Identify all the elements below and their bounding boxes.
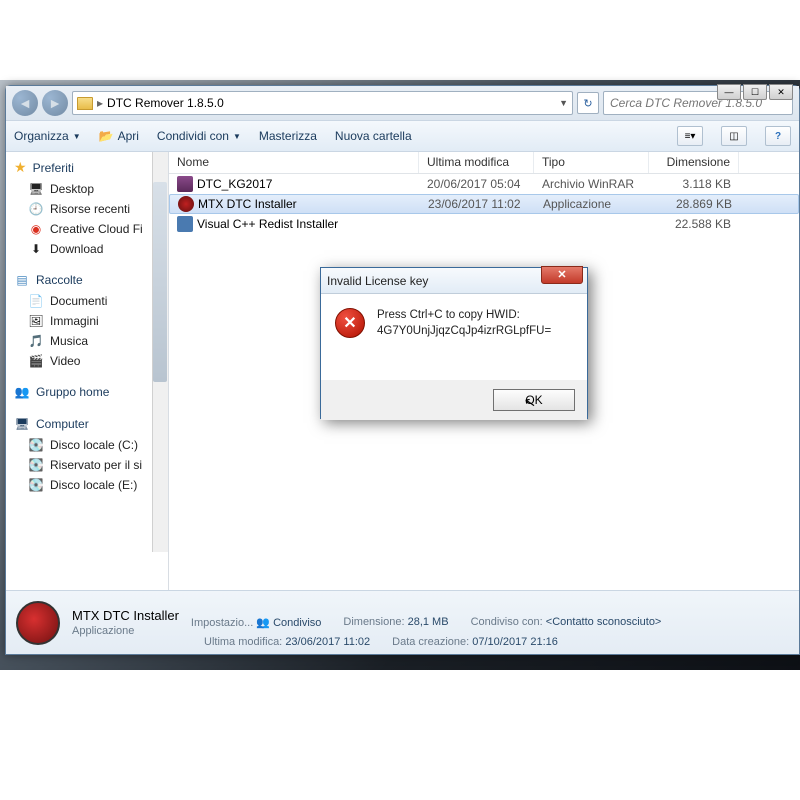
star-icon: ★: [14, 159, 27, 176]
col-name[interactable]: Nome: [169, 152, 419, 173]
sidebar: ★Preferiti 🖥Desktop 🕘Risorse recenti ◉Cr…: [6, 152, 169, 590]
close-button[interactable]: ✕: [769, 84, 793, 100]
preview-pane-button[interactable]: ◫: [721, 126, 747, 146]
libraries-header[interactable]: ▤Raccolte: [6, 269, 168, 291]
breadcrumb-text: DTC Remover 1.8.5.0: [107, 96, 224, 110]
computer-header[interactable]: 🖥Computer: [6, 413, 168, 435]
chevron-right-icon: ▸: [97, 96, 103, 110]
col-type[interactable]: Tipo: [534, 152, 649, 173]
download-icon: ⬇: [28, 241, 44, 257]
music-icon: 🎵: [28, 333, 44, 349]
column-headers[interactable]: Nome Ultima modifica Tipo Dimensione: [169, 152, 799, 174]
libraries-icon: ▤: [14, 272, 30, 288]
sidebar-item-drive-c[interactable]: 💽Disco locale (C:): [6, 435, 168, 455]
error-dialog: Invalid License key ✕ ✕ Press Ctrl+C to …: [320, 267, 588, 419]
back-button[interactable]: ◄: [12, 90, 38, 116]
computer-icon: 🖥: [14, 416, 30, 432]
creative-cloud-icon: ◉: [28, 221, 44, 237]
file-row[interactable]: Visual C++ Redist Installer 22.588 KB: [169, 214, 799, 234]
breadcrumb[interactable]: ▸ DTC Remover 1.8.5.0 ▼: [72, 91, 573, 115]
error-icon: ✕: [335, 308, 365, 338]
toolbar: Organizza▼ 📂 Apri Condividi con▼ Masteri…: [6, 120, 799, 152]
burn-button[interactable]: Masterizza: [259, 129, 317, 143]
sidebar-item-documents[interactable]: 📄Documenti: [6, 291, 168, 311]
video-icon: 🎬: [28, 353, 44, 369]
homegroup-header[interactable]: 👥Gruppo home: [6, 381, 168, 403]
desktop-icon: 🖥: [28, 181, 44, 197]
col-size[interactable]: Dimensione: [649, 152, 739, 173]
minimize-button[interactable]: —: [717, 84, 741, 100]
sidebar-item-download[interactable]: ⬇Download: [6, 239, 168, 259]
share-menu[interactable]: Condividi con▼: [157, 129, 241, 143]
file-row-selected[interactable]: MTX DTC Installer 23/06/2017 11:02 Appli…: [169, 194, 799, 214]
sidebar-item-drive-e[interactable]: 💽Disco locale (E:): [6, 475, 168, 495]
view-options-button[interactable]: ≡▾: [677, 126, 703, 146]
sidebar-item-desktop[interactable]: 🖥Desktop: [6, 179, 168, 199]
sidebar-item-drive-reserved[interactable]: 💽Riservato per il si: [6, 455, 168, 475]
address-bar: ◄ ► ▸ DTC Remover 1.8.5.0 ▼ ↻: [6, 86, 799, 120]
organize-menu[interactable]: Organizza▼: [14, 129, 81, 143]
help-button[interactable]: ?: [765, 126, 791, 146]
new-folder-button[interactable]: Nuova cartella: [335, 129, 412, 143]
drive-icon: 💽: [28, 457, 44, 473]
application-icon: [178, 196, 194, 212]
forward-button[interactable]: ►: [42, 90, 68, 116]
images-icon: 🖼: [28, 313, 44, 329]
open-button[interactable]: 📂 Apri: [99, 129, 139, 143]
col-modified[interactable]: Ultima modifica: [419, 152, 534, 173]
sidebar-item-creative-cloud[interactable]: ◉Creative Cloud Fi: [6, 219, 168, 239]
sidebar-item-video[interactable]: 🎬Video: [6, 351, 168, 371]
documents-icon: 📄: [28, 293, 44, 309]
dropdown-icon[interactable]: ▼: [559, 98, 568, 108]
maximize-button[interactable]: ☐: [743, 84, 767, 100]
application-icon: [177, 216, 193, 232]
homegroup-icon: 👥: [14, 384, 30, 400]
drive-icon: 💽: [28, 437, 44, 453]
details-subtitle: Applicazione: [72, 625, 179, 637]
dialog-message: Press Ctrl+C to copy HWID: 4G7Y0UnjJjqzC…: [377, 308, 551, 339]
sidebar-item-recent[interactable]: 🕘Risorse recenti: [6, 199, 168, 219]
sidebar-item-images[interactable]: 🖼Immagini: [6, 311, 168, 331]
folder-icon: [77, 97, 93, 110]
favorites-header[interactable]: ★Preferiti: [6, 156, 168, 179]
file-large-icon: [16, 601, 60, 645]
sidebar-scrollbar[interactable]: [152, 152, 168, 552]
file-row[interactable]: DTC_KG2017 20/06/2017 05:04 Archivio Win…: [169, 174, 799, 194]
ok-button[interactable]: OK: [493, 389, 575, 411]
dialog-close-button[interactable]: ✕: [541, 266, 583, 284]
drive-icon: 💽: [28, 477, 44, 493]
refresh-button[interactable]: ↻: [577, 92, 599, 114]
recent-icon: 🕘: [28, 201, 44, 217]
details-title: MTX DTC Installer: [72, 608, 179, 623]
sidebar-item-music[interactable]: 🎵Musica: [6, 331, 168, 351]
details-pane: MTX DTC Installer Applicazione Impostazi…: [6, 590, 799, 654]
archive-icon: [177, 176, 193, 192]
